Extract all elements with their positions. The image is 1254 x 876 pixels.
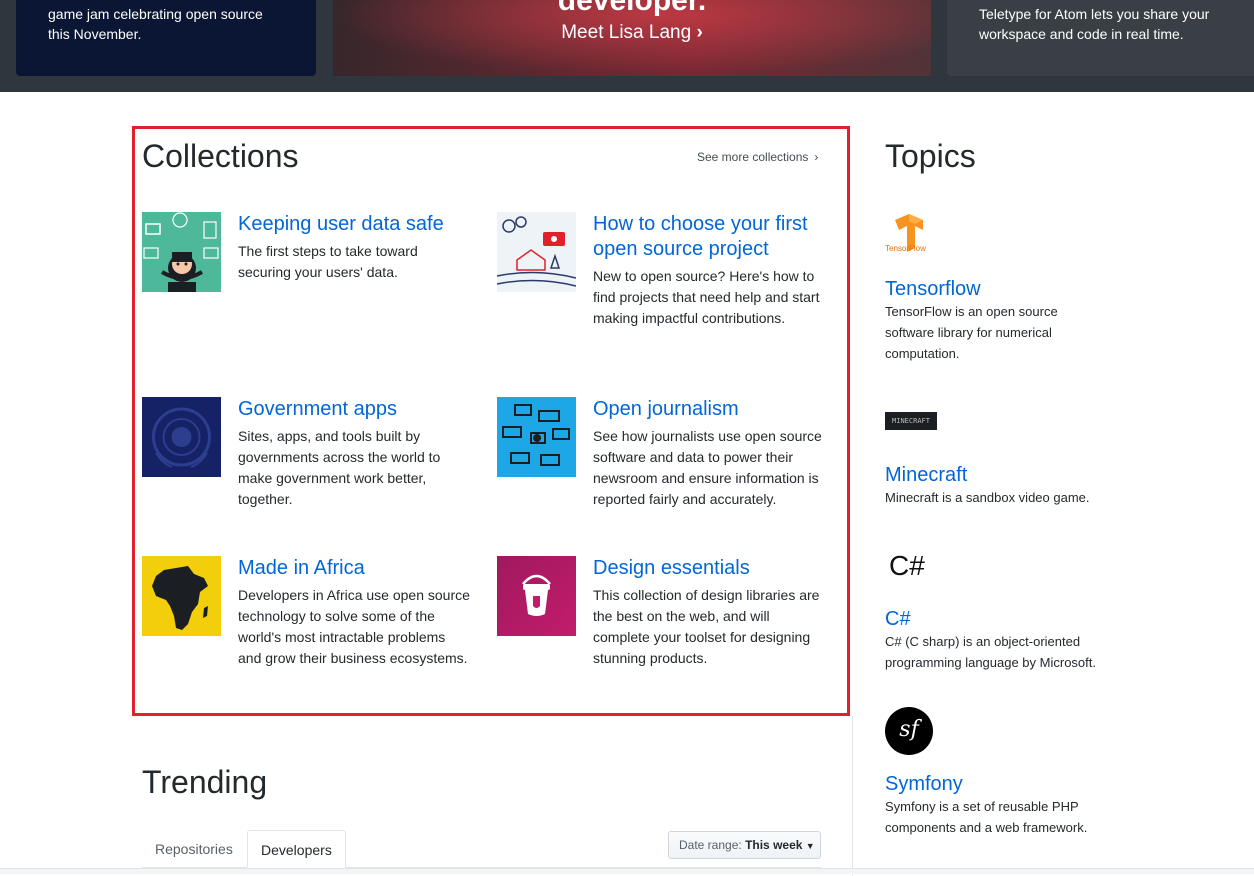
collection-description: This collection of design libraries are … bbox=[593, 587, 820, 666]
data-safe-thumbnail-icon bbox=[142, 212, 221, 292]
africa-map-icon bbox=[142, 556, 221, 636]
collection-title-link[interactable]: Made in Africa bbox=[238, 556, 472, 581]
topic-title-link[interactable]: C# bbox=[885, 607, 1145, 631]
featured-card-left-text: game jam celebrating open source this No… bbox=[48, 6, 263, 42]
paint-bucket-icon bbox=[497, 556, 576, 636]
tab-developers[interactable]: Developers bbox=[247, 830, 346, 868]
collection-title-link[interactable]: Government apps bbox=[238, 397, 472, 422]
featured-card-middle[interactable]: developer. Meet Lisa Lang › bbox=[333, 0, 931, 76]
collection-text: Made in Africa Developers in Africa use … bbox=[238, 556, 472, 669]
topic-description: C# (C sharp) is an object-oriented progr… bbox=[885, 634, 1096, 670]
topic-title-link[interactable]: Minecraft bbox=[885, 463, 1145, 487]
collection-description: The first steps to take toward securing … bbox=[238, 243, 418, 280]
topic-description: TensorFlow is an open source software li… bbox=[885, 304, 1058, 361]
chevron-right-icon: › bbox=[814, 150, 819, 164]
topic-item[interactable]: TensorFlow Tensorflow TensorFlow is an o… bbox=[885, 212, 1145, 364]
collection-title-link[interactable]: Keeping user data safe bbox=[238, 212, 472, 237]
see-more-collections-label: See more collections bbox=[697, 150, 809, 164]
collections-title: Collections bbox=[142, 138, 299, 174]
featured-card-link-label: Meet Lisa Lang bbox=[561, 22, 692, 43]
open-source-thumbnail-icon bbox=[497, 212, 576, 292]
featured-card-link[interactable]: Meet Lisa Lang › bbox=[333, 22, 931, 44]
tensorflow-logo-text: TensorFlow bbox=[885, 244, 926, 253]
featured-card-headline: developer. bbox=[557, 0, 707, 17]
government-seal-icon bbox=[142, 397, 221, 477]
date-range-select[interactable]: Date range: This week ▼ bbox=[668, 831, 821, 859]
topic-description: Symfony is a set of reusable PHP compone… bbox=[885, 799, 1088, 835]
chevron-right-icon: › bbox=[696, 22, 703, 43]
date-range-label: Date range: bbox=[679, 838, 742, 852]
journalism-thumbnail-icon bbox=[497, 397, 576, 477]
topic-description: Minecraft is a sandbox video game. bbox=[885, 490, 1090, 505]
column-divider bbox=[852, 716, 853, 876]
featured-banner: game jam celebrating open source this No… bbox=[0, 0, 1254, 92]
featured-card-left[interactable]: game jam celebrating open source this No… bbox=[16, 0, 316, 76]
see-more-collections-link[interactable]: See more collections › bbox=[697, 150, 818, 164]
featured-card-right-text: Teletype for Atom lets you share your wo… bbox=[979, 6, 1210, 42]
topic-title-link[interactable]: Tensorflow bbox=[885, 277, 1145, 301]
topic-title-link[interactable]: Symfony bbox=[885, 772, 1145, 796]
topic-item[interactable]: MINECRAFT Minecraft Minecraft is a sandb… bbox=[885, 412, 1145, 508]
collection-text: How to choose your first open source pro… bbox=[593, 212, 827, 329]
collection-title-link[interactable]: Design essentials bbox=[593, 556, 827, 581]
date-range-value: This week bbox=[745, 838, 803, 852]
collection-description: New to open source? Here's how to find p… bbox=[593, 268, 820, 326]
symfony-logo-icon: sf bbox=[885, 707, 933, 755]
collection-description: Sites, apps, and tools built by governme… bbox=[238, 428, 441, 507]
tensorflow-logo-icon: TensorFlow bbox=[885, 212, 933, 260]
horizontal-scrollbar[interactable] bbox=[0, 868, 1254, 874]
collection-text: Design essentials This collection of des… bbox=[593, 556, 827, 669]
minecraft-logo-icon: MINECRAFT bbox=[885, 412, 937, 430]
collection-text: Open journalism See how journalists use … bbox=[593, 397, 827, 510]
featured-card-right[interactable]: Teletype for Atom lets you share your wo… bbox=[947, 0, 1254, 76]
tab-repositories[interactable]: Repositories bbox=[142, 830, 246, 868]
collection-title-link[interactable]: How to choose your first open source pro… bbox=[593, 212, 827, 262]
topics-title: Topics bbox=[885, 138, 976, 174]
topic-item[interactable]: sf Symfony Symfony is a set of reusable … bbox=[885, 707, 1145, 838]
collection-description: Developers in Africa use open source tec… bbox=[238, 587, 470, 666]
csharp-logo-icon: C# bbox=[889, 550, 925, 581]
topic-item[interactable]: C# C# C# (C sharp) is an object-oriented… bbox=[885, 548, 1145, 673]
trending-title: Trending bbox=[142, 764, 268, 800]
collection-title-link[interactable]: Open journalism bbox=[593, 397, 827, 422]
collection-text: Keeping user data safe The first steps t… bbox=[238, 212, 472, 283]
caret-down-icon: ▼ bbox=[805, 841, 815, 851]
collection-description: See how journalists use open source soft… bbox=[593, 428, 822, 507]
collection-text: Government apps Sites, apps, and tools b… bbox=[238, 397, 472, 510]
